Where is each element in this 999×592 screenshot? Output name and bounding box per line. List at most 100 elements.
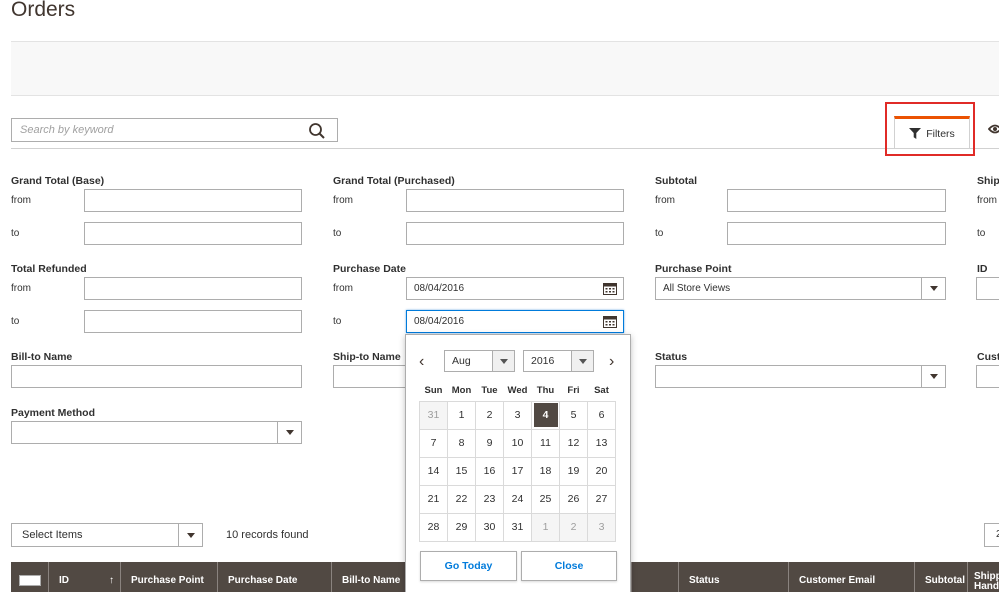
calendar-day[interactable]: 29	[447, 512, 476, 542]
select-all-header[interactable]	[11, 562, 49, 592]
previous-month-icon[interactable]: ‹	[419, 353, 424, 371]
ship-to-name-input[interactable]	[333, 365, 413, 388]
customer-input-partial[interactable]	[976, 365, 999, 388]
bill-to-name-label: Bill-to Name	[11, 351, 73, 363]
eye-icon[interactable]	[988, 122, 999, 136]
grand-total-purchased-from-input[interactable]	[406, 189, 624, 212]
calendar-day[interactable]: 14	[419, 456, 448, 486]
calendar-day[interactable]: 23	[475, 484, 504, 514]
status-select[interactable]	[655, 365, 946, 388]
calendar-day[interactable]: 25	[531, 484, 560, 514]
subtotal-from-input[interactable]	[727, 189, 946, 212]
calendar-day[interactable]: 31	[503, 512, 532, 542]
calendar-day[interactable]: 11	[531, 428, 560, 458]
chevron-down-icon	[921, 278, 945, 299]
calendar-icon[interactable]	[603, 282, 617, 295]
payment-method-select[interactable]	[11, 421, 302, 444]
column-header-status[interactable]: Status	[678, 562, 789, 592]
weekday-label: Mon	[451, 385, 472, 397]
calendar-day[interactable]: 2	[475, 400, 504, 430]
calendar-day[interactable]: 15	[447, 456, 476, 486]
calendar-day[interactable]: 12	[559, 428, 588, 458]
calendar-day[interactable]: 5	[559, 400, 588, 430]
column-header-id[interactable]: ID ↑	[49, 562, 121, 592]
total-refunded-label: Total Refunded	[11, 263, 87, 275]
search-input[interactable]	[12, 119, 302, 141]
purchase-date-from-input[interactable]: 08/04/2016	[406, 277, 624, 300]
column-header-purchase-point[interactable]: Purchase Point	[121, 562, 218, 592]
column-header-shipping-handling[interactable]: Shipp Handl	[968, 562, 999, 592]
calendar-day[interactable]: 9	[475, 428, 504, 458]
calendar-icon[interactable]	[603, 315, 617, 328]
total-refunded-to-label: to	[11, 316, 20, 327]
calendar-day[interactable]: 1	[531, 512, 560, 542]
column-header-purchase-date[interactable]: Purchase Date	[218, 562, 332, 592]
month-select[interactable]: Aug	[444, 350, 515, 372]
weekday-header-row: Sun Mon Tue Wed Thu Fri Sat	[420, 381, 616, 401]
purchase-point-value: All Store Views	[663, 283, 731, 294]
close-button[interactable]: Close	[521, 551, 617, 581]
calendar-day[interactable]: 2	[559, 512, 588, 542]
calendar-day[interactable]: 7	[419, 428, 448, 458]
ship-to-name-label: Ship-to Name	[333, 351, 401, 363]
calendar-day[interactable]: 21	[419, 484, 448, 514]
select-all-checkbox[interactable]	[19, 574, 41, 586]
mass-action-select[interactable]: Select Items	[11, 523, 203, 547]
subtotal-from-label: from	[655, 195, 675, 206]
calendar-day[interactable]: 20	[587, 456, 616, 486]
calendar-day[interactable]: 18	[531, 456, 560, 486]
records-found-count: 10 records found	[226, 529, 309, 541]
calendar-day[interactable]: 16	[475, 456, 504, 486]
calendar-day[interactable]: 3	[587, 512, 616, 542]
grand-total-base-from-label: from	[11, 195, 31, 206]
column-header-subtotal[interactable]: Subtotal	[915, 562, 968, 592]
calendar-week-row: 28 29 30 31 1 2 3	[419, 512, 616, 542]
calendar-week-row: 7 8 9 10 11 12 13	[419, 428, 616, 458]
search-icon[interactable]	[308, 122, 326, 140]
chevron-down-icon	[277, 422, 301, 443]
column-header-customer-email[interactable]: Customer Email	[789, 562, 915, 592]
chevron-down-icon	[492, 351, 514, 371]
weekday-label: Sat	[594, 385, 609, 397]
total-refunded-from-input[interactable]	[84, 277, 302, 300]
calendar-day[interactable]: 10	[503, 428, 532, 458]
calendar-grid: Sun Mon Tue Wed Thu Fri Sat 31 1 2 3 4 5…	[419, 381, 616, 542]
page-title: Orders	[11, 0, 76, 21]
id-filter-input-partial[interactable]	[976, 277, 999, 300]
calendar-day-selected[interactable]: 4	[531, 400, 560, 430]
page-number-input[interactable]: 2	[984, 523, 999, 547]
calendar-day[interactable]: 17	[503, 456, 532, 486]
calendar-day[interactable]: 22	[447, 484, 476, 514]
calendar-day[interactable]: 31	[419, 400, 448, 430]
bill-to-name-input[interactable]	[11, 365, 302, 388]
grand-total-base-to-input[interactable]	[84, 222, 302, 245]
highlight-annotation-box	[885, 102, 975, 156]
datepicker-popup: ‹ Aug 2016 › Sun Mon Tue Wed Thu Fri Sat…	[405, 334, 631, 592]
grand-total-purchased-to-input[interactable]	[406, 222, 624, 245]
next-month-icon[interactable]: ›	[609, 353, 614, 371]
go-today-button[interactable]: Go Today	[420, 551, 517, 581]
keyword-search	[11, 118, 338, 142]
calendar-day[interactable]: 8	[447, 428, 476, 458]
calendar-day[interactable]: 1	[447, 400, 476, 430]
calendar-day[interactable]: 27	[587, 484, 616, 514]
grand-total-base-from-input[interactable]	[84, 189, 302, 212]
calendar-day[interactable]: 19	[559, 456, 588, 486]
purchase-point-select[interactable]: All Store Views	[655, 277, 946, 300]
calendar-day[interactable]: 3	[503, 400, 532, 430]
total-refunded-to-input[interactable]	[84, 310, 302, 333]
shipping-to-label: to	[977, 228, 986, 239]
year-select[interactable]: 2016	[523, 350, 594, 372]
chevron-down-icon	[571, 351, 593, 371]
calendar-day[interactable]: 28	[419, 512, 448, 542]
calendar-day[interactable]: 30	[475, 512, 504, 542]
shipping-from-label: from	[977, 195, 997, 206]
purchase-date-to-input[interactable]: 08/04/2016	[406, 310, 624, 333]
calendar-day[interactable]: 26	[559, 484, 588, 514]
subtotal-to-input[interactable]	[727, 222, 946, 245]
calendar-day[interactable]: 6	[587, 400, 616, 430]
calendar-week-row: 31 1 2 3 4 5 6	[419, 400, 616, 430]
purchase-date-from-label: from	[333, 283, 353, 294]
calendar-day[interactable]: 13	[587, 428, 616, 458]
calendar-day[interactable]: 24	[503, 484, 532, 514]
